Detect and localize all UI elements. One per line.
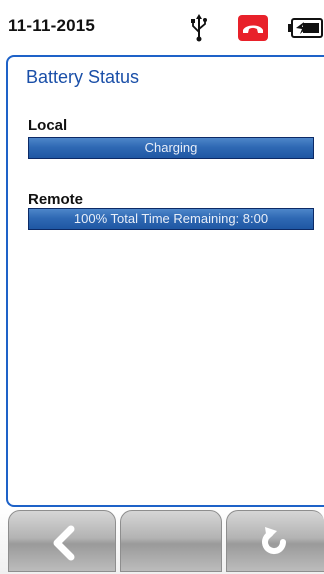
device-screen: 11-11-2015 Battery Status Local Charging… <box>0 0 324 574</box>
refresh-icon <box>262 527 287 555</box>
phone-hangup-icon[interactable] <box>238 15 268 41</box>
bottom-nav <box>0 507 324 574</box>
battery-status-panel: Battery Status Local Charging Remote 100… <box>6 55 324 507</box>
local-battery-bar: Charging <box>28 137 314 159</box>
back-button[interactable] <box>8 510 116 572</box>
usb-icon <box>189 14 209 42</box>
status-date: 11-11-2015 <box>8 16 96 35</box>
refresh-button[interactable] <box>226 510 324 572</box>
local-label: Local <box>28 117 68 134</box>
back-icon <box>53 525 75 561</box>
page-title: Battery Status <box>26 67 140 87</box>
blank-button[interactable] <box>120 510 222 572</box>
remote-label: Remote <box>28 191 84 208</box>
remote-battery-bar: 100% Total Time Remaining: 8:00 <box>28 208 314 230</box>
battery-charging-icon <box>288 18 324 38</box>
status-bar: 11-11-2015 <box>0 0 324 56</box>
